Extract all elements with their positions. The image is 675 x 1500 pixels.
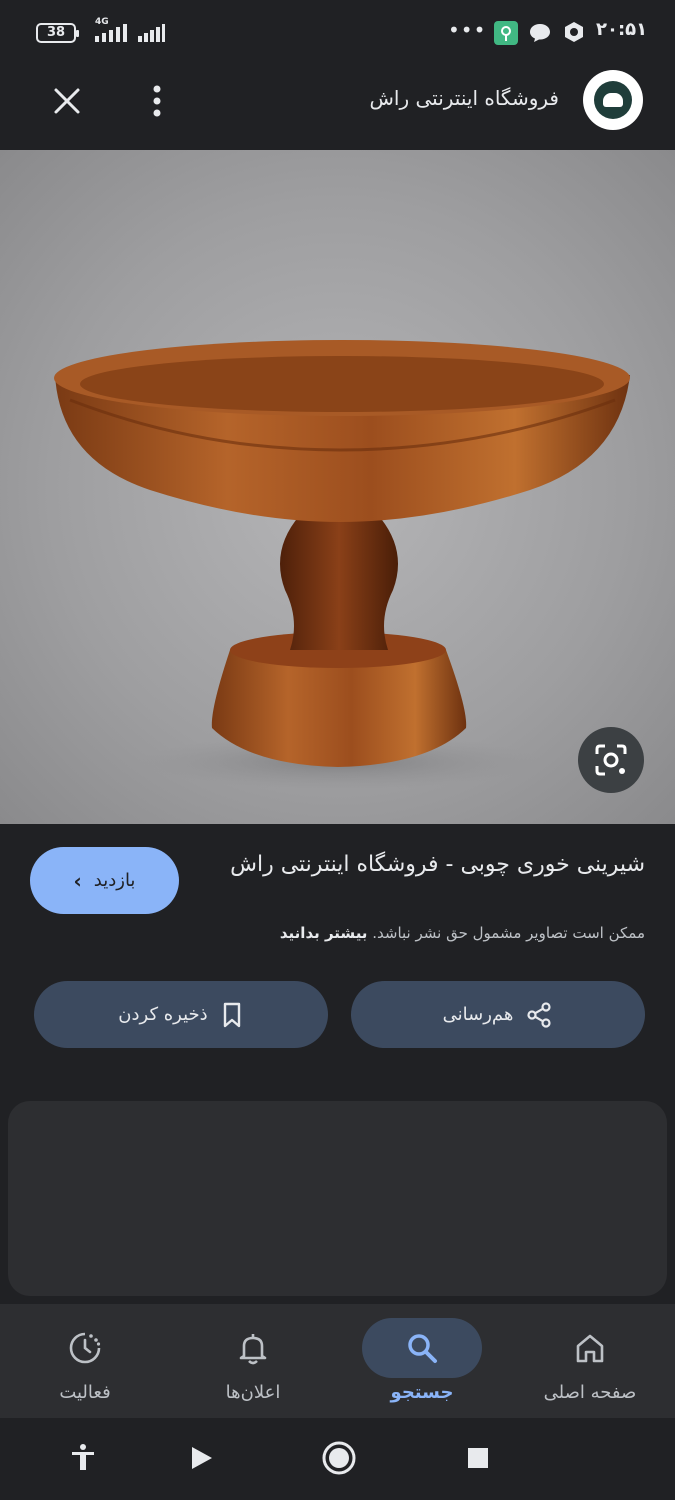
activity-icon <box>69 1332 101 1364</box>
accessibility-button[interactable] <box>61 1436 105 1480</box>
more-vert-icon <box>153 85 161 117</box>
site-logo-icon <box>594 81 632 119</box>
site-title[interactable]: فروشگاه اینترنتی راش <box>370 86 559 110</box>
battery-icon: 38 <box>36 23 79 43</box>
vpn-shield-icon <box>565 22 583 42</box>
bottom-navigation: صفحه اصلی جستجو اعلان‌ها <box>0 1304 675 1418</box>
bell-icon <box>239 1334 267 1365</box>
close-icon <box>54 88 80 114</box>
status-clock: ۲۰:۵۱ <box>596 19 648 40</box>
more-notifications-icon: ••• <box>448 18 487 42</box>
visit-button[interactable]: ‹ بازدید <box>30 847 179 914</box>
save-button[interactable]: ذخیره کردن <box>34 981 328 1048</box>
visit-label: بازدید <box>93 870 136 891</box>
learn-more-link[interactable]: بیشتر بدانید <box>280 924 368 942</box>
circle-home-icon <box>322 1441 356 1475</box>
site-logo[interactable] <box>583 70 643 130</box>
close-button[interactable] <box>44 78 90 124</box>
status-bar: 38 4G ••• ۲۰:۵۱ <box>0 0 675 62</box>
chat-notification-icon <box>530 24 550 42</box>
search-icon <box>408 1334 437 1363</box>
bookmark-icon <box>223 1002 240 1027</box>
play-icon <box>192 1447 212 1469</box>
nav-item-activity[interactable]: فعالیت <box>10 1312 160 1412</box>
play-button[interactable] <box>179 1436 223 1480</box>
top-app-bar: فروشگاه اینترنتی راش <box>0 62 675 150</box>
result-title[interactable]: شیرینی خوری چوبی - فروشگاه اینترنتی راش <box>225 848 645 882</box>
share-label: هم‌رسانی <box>442 1004 514 1025</box>
nav-label-activity: فعالیت <box>59 1382 111 1403</box>
result-info-panel: شیرینی خوری چوبی - فروشگاه اینترنتی راش … <box>0 824 675 1304</box>
signal-strength-2-icon <box>138 24 165 42</box>
nav-label-search: جستجو <box>390 1382 454 1403</box>
chevron-left-icon: ‹ <box>73 868 82 893</box>
recents-button[interactable] <box>456 1436 500 1480</box>
save-label: ذخیره کردن <box>118 1004 208 1025</box>
accessibility-icon <box>72 1444 94 1470</box>
copyright-text: ممکن است تصاویر مشمول حق نشر نباشد. <box>372 924 645 942</box>
result-image[interactable] <box>0 150 675 824</box>
nav-label-home: صفحه اصلی <box>543 1382 637 1403</box>
square-recents-icon <box>468 1448 488 1468</box>
home-icon <box>576 1334 604 1363</box>
copyright-notice: ممکن است تصاویر مشمول حق نشر نباشد. بیشت… <box>280 924 645 942</box>
system-navigation-bar <box>0 1418 675 1500</box>
nav-item-home[interactable]: صفحه اصلی <box>515 1312 665 1412</box>
signal-strength-icon <box>95 24 127 42</box>
home-nav-button[interactable] <box>317 1436 361 1480</box>
podcast-app-icon <box>494 21 518 45</box>
lens-search-button[interactable] <box>578 727 644 793</box>
share-button[interactable]: هم‌رسانی <box>351 981 645 1048</box>
wooden-bowl-image <box>54 340 630 790</box>
nav-item-search[interactable]: جستجو <box>347 1312 497 1412</box>
battery-level: 38 <box>46 25 66 40</box>
related-content-placeholder <box>8 1101 667 1296</box>
lens-icon <box>595 744 627 776</box>
share-icon <box>527 1001 551 1028</box>
nav-item-notifications[interactable]: اعلان‌ها <box>178 1312 328 1412</box>
nav-label-notifications: اعلان‌ها <box>225 1382 281 1403</box>
more-options-button[interactable] <box>140 78 174 124</box>
